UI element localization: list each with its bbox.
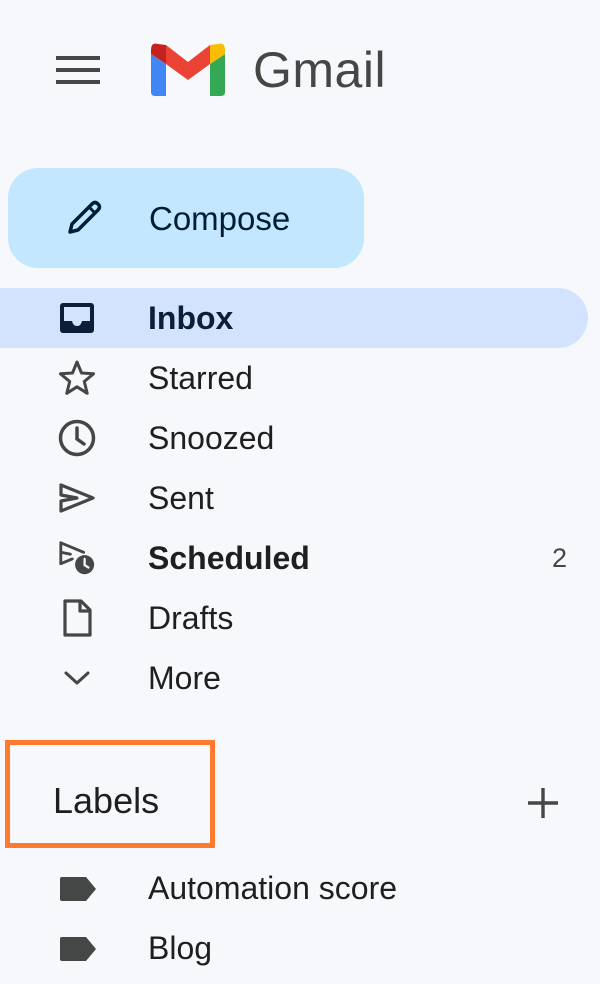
send-icon	[57, 480, 97, 516]
compose-button[interactable]: Compose	[8, 168, 364, 268]
labels-section-title: Labels	[53, 780, 160, 821]
sidebar-item-label: Starred	[148, 360, 253, 396]
sidebar-item-label: Scheduled	[148, 540, 310, 576]
label-item-automation-score[interactable]: Automation score	[0, 858, 600, 918]
sidebar-item-scheduled[interactable]: Scheduled 2	[0, 528, 588, 588]
label-item-text: Automation score	[148, 870, 398, 906]
gmail-logo-icon[interactable]	[148, 40, 228, 98]
gmail-brand-title: Gmail	[253, 42, 387, 98]
sidebar-item-label: Snoozed	[148, 420, 275, 456]
scheduled-send-icon	[57, 540, 97, 576]
label-item-blog[interactable]: Blog	[0, 918, 600, 978]
sidebar-item-inbox[interactable]: Inbox	[0, 288, 588, 348]
sidebar-item-sent[interactable]: Sent	[0, 468, 588, 528]
sidebar-nav: Inbox Starred Snoozed Sent Scheduled 2 D…	[0, 288, 600, 708]
scheduled-count-badge: 2	[551, 543, 567, 573]
label-tag-icon	[60, 937, 96, 961]
main-menu-button[interactable]	[46, 40, 110, 100]
label-item-text: Blog	[148, 930, 213, 966]
sidebar-item-starred[interactable]: Starred	[0, 348, 588, 408]
hamburger-menu-icon	[56, 56, 100, 84]
chevron-down-icon	[57, 660, 97, 696]
sidebar-item-snoozed[interactable]: Snoozed	[0, 408, 588, 468]
label-tag-icon	[60, 877, 96, 901]
sidebar-item-label: More	[148, 660, 221, 696]
sidebar-item-label: Inbox	[148, 300, 234, 336]
pencil-icon	[68, 200, 102, 234]
sidebar-item-drafts[interactable]: Drafts	[0, 588, 588, 648]
compose-label: Compose	[149, 200, 291, 237]
star-icon	[57, 360, 97, 396]
create-label-button[interactable]	[520, 780, 566, 826]
sidebar-item-label: Sent	[148, 480, 214, 516]
label-list: Automation score Blog	[0, 858, 600, 978]
plus-icon	[528, 788, 558, 818]
sidebar-item-label: Drafts	[148, 600, 234, 636]
inbox-icon	[57, 300, 97, 336]
sidebar-item-more[interactable]: More	[0, 648, 588, 708]
draft-icon	[57, 599, 97, 637]
gmail-sidebar: Gmail Compose Inbox Starred Snoozed Sent…	[0, 0, 600, 984]
clock-icon	[57, 419, 97, 457]
